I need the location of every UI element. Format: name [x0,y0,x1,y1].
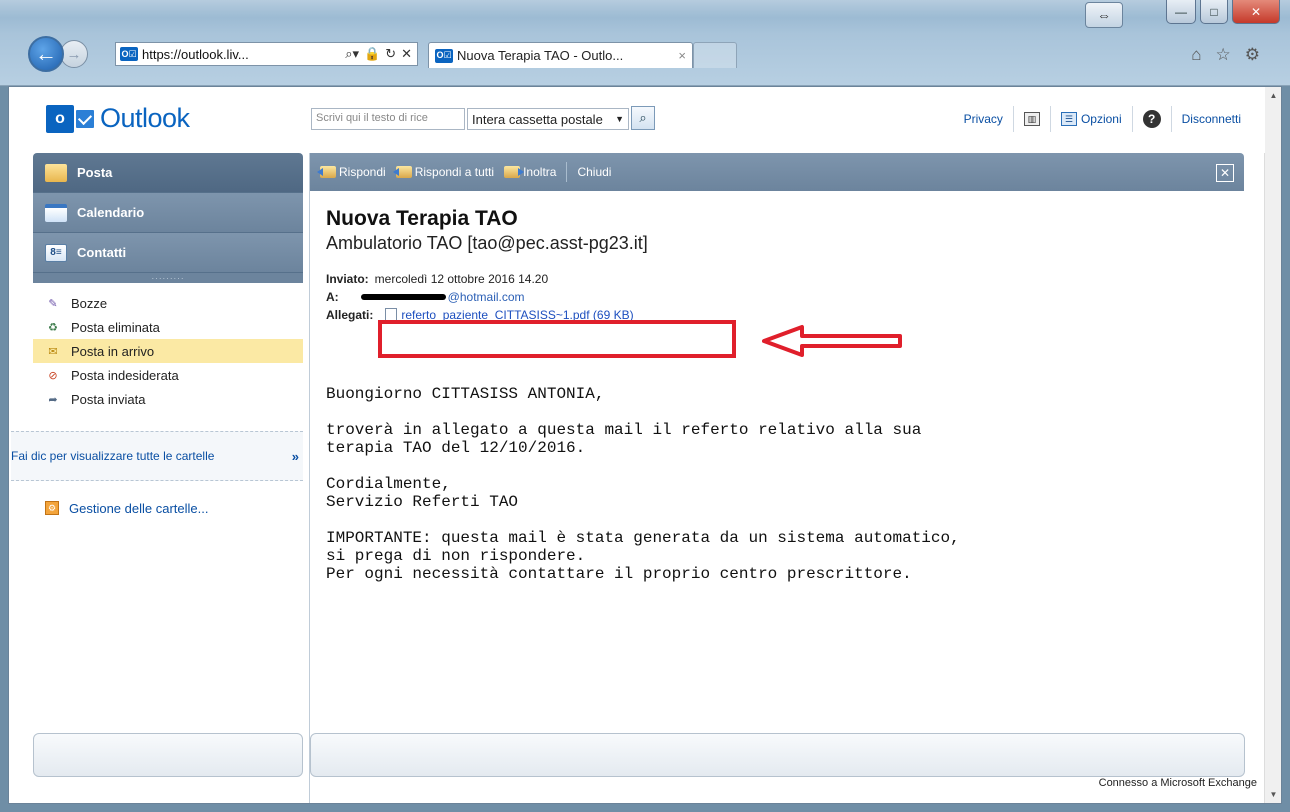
annotation-highlight-box [378,320,736,358]
browser-nav-buttons: ← → [28,36,88,72]
forward-message-button[interactable]: Inoltra [504,165,556,179]
address-url: https://outlook.liv... [142,46,249,62]
forward-icon [504,166,525,178]
message-body: Buongiorno CITTASISS ANTONIA, troverà in … [326,385,960,601]
mail-icon [45,163,67,182]
window-controls: — □ ✕ [1166,0,1280,24]
options-icon: ☰ [1060,112,1077,126]
tab-close-icon[interactable]: × [678,48,686,63]
to-row: A: @hotmail.com [326,290,525,304]
search-input[interactable]: Scrivi qui il testo di rice [311,108,465,130]
home-icon[interactable]: ⌂ [1191,45,1201,65]
browser-tab-active[interactable]: O☑ Nuova Terapia TAO - Outlo... × [428,42,693,68]
minimize-button[interactable]: — [1166,0,1196,24]
junk-icon: ⊘ [48,369,58,382]
outlook-favicon-icon: O☑ [435,48,453,63]
left-bottom-panel [33,733,303,777]
lock-icon[interactable]: 🔒 [364,46,380,62]
close-window-button[interactable]: ✕ [1232,0,1280,24]
chevron-down-icon: ▼ [615,114,624,124]
reading-pane: Rispondi Rispondi a tutti Inoltra Chiudi… [309,153,1245,803]
signout-link[interactable]: Disconnetti [1182,112,1241,126]
inbox-icon: ✉ [48,345,58,358]
top-links: Privacy ▥ ☰ Opzioni ? Disconnetti [964,105,1241,133]
search-button[interactable]: ⌕ [631,106,655,130]
message-subject: Nuova Terapia TAO [326,207,518,230]
drafts-icon: ✎ [48,297,58,310]
body-paragraph: troverà in allegato a questa mail il ref… [326,421,922,457]
compat-view-button[interactable]: ⇔ [1085,2,1123,28]
tab-title: Nuova Terapia TAO - Outlo... [457,48,624,63]
recipient-address[interactable]: @hotmail.com [448,290,525,304]
search-scope-value: Intera cassetta postale [472,111,603,127]
search-icon[interactable]: ⌕▾ [345,46,359,62]
help-icon[interactable]: ? [1142,110,1161,128]
sent-date: mercoledì 12 ottobre 2016 14.20 [374,272,549,286]
folder-deleted[interactable]: ♻ Posta eliminata [33,315,303,339]
left-navigation: Posta Calendario 8≡ Contatti ········· ✎… [11,153,303,803]
outlook-header: o Outlook Scrivi qui il testo di rice In… [9,87,1265,153]
manage-folders-link[interactable]: ⚙ Gestione delle cartelle... [33,491,303,525]
address-book-icon[interactable]: ▥ [1023,112,1040,126]
address-bar[interactable]: O☑ https://outlook.liv... ⌕▾ 🔒 ↻ ✕ [115,42,418,66]
close-icon[interactable]: ✕ [1216,164,1234,182]
vertical-scrollbar[interactable]: ▲ ▼ [1264,87,1281,803]
double-chevron-down-icon: » [291,448,299,464]
stop-icon[interactable]: ✕ [401,46,412,62]
nav-module-mail[interactable]: Posta [33,153,303,193]
browser-titlebar: ⇔ — □ ✕ ← → O☑ https://outlook.liv... ⌕▾… [0,0,1290,86]
message-toolbar: Rispondi Rispondi a tutti Inoltra Chiudi… [310,153,1244,191]
new-tab-button[interactable] [693,42,737,68]
message-meta: Inviato: mercoledì 12 ottobre 2016 14.20… [326,270,1244,324]
search-icon: ⌕ [639,110,647,125]
browser-content: ▲ ▼ o Outlook Scrivi qui il testo di ric… [8,86,1282,804]
trash-icon: ♻ [48,321,58,334]
search-scope-select[interactable]: Intera cassetta postale ▼ [467,108,629,130]
options-link[interactable]: ☰ Opzioni [1060,112,1122,126]
pane-bottom-panel [310,733,1245,777]
sent-icon: ➦ [48,393,58,406]
forward-button[interactable]: → [60,40,88,68]
envelope-icon [76,109,94,128]
annotation-arrow-icon [762,325,902,357]
gear-icon[interactable]: ⚙ [1245,45,1260,65]
connection-status: Connesso a Microsoft Exchange [1098,777,1257,789]
outlook-favicon-icon: O☑ [120,47,138,61]
redacted-address [360,294,446,300]
body-paragraph: Cordialmente, Servizio Referti TAO [326,475,519,511]
folder-sent[interactable]: ➦ Posta inviata [33,387,303,411]
folder-list: ✎ Bozze ♻ Posta eliminata ✉ Posta in arr… [33,283,303,411]
scroll-up-icon[interactable]: ▲ [1265,91,1282,100]
browser-tools: ⌂ ☆ ⚙ [1191,45,1260,65]
contacts-icon: 8≡ [45,243,67,262]
privacy-link[interactable]: Privacy [964,112,1003,126]
show-all-folders-link[interactable]: Fai dic per visualizzare tutte le cartel… [11,431,303,481]
body-paragraph: IMPORTANTE: questa mail è stata generata… [326,529,960,583]
reply-all-icon [392,166,412,178]
favorites-star-icon[interactable]: ☆ [1216,45,1231,65]
message-header: Nuova Terapia TAO Ambulatorio TAO [tao@p… [310,191,1244,324]
body-paragraph: Buongiorno CITTASISS ANTONIA, [326,385,605,403]
calendar-icon [45,203,67,222]
nav-splitter-handle[interactable]: ········· [33,273,303,283]
logo-text: Outlook [100,103,190,133]
nav-module-contacts[interactable]: 8≡ Contatti [33,233,303,273]
folder-drafts[interactable]: ✎ Bozze [33,291,303,315]
folder-inbox[interactable]: ✉ Posta in arrivo [33,339,303,363]
reply-button[interactable]: Rispondi [317,165,386,179]
manage-folders-icon: ⚙ [45,501,59,515]
outlook-logo[interactable]: o Outlook [46,103,190,134]
maximize-button[interactable]: □ [1200,0,1228,24]
refresh-icon[interactable]: ↻ [385,46,396,62]
sent-row: Inviato: mercoledì 12 ottobre 2016 14.20 [326,272,549,286]
outlook-o-icon: o [46,104,74,133]
folder-junk[interactable]: ⊘ Posta indesiderata [33,363,303,387]
message-sender: Ambulatorio TAO [tao@pec.asst-pg23.it] [326,233,648,253]
reply-icon [317,166,336,178]
reply-all-button[interactable]: Rispondi a tutti [392,165,494,179]
close-message-button[interactable]: Chiudi [577,165,611,179]
scroll-down-icon[interactable]: ▼ [1265,790,1282,799]
nav-module-calendar[interactable]: Calendario [33,193,303,233]
back-button[interactable]: ← [28,36,64,72]
